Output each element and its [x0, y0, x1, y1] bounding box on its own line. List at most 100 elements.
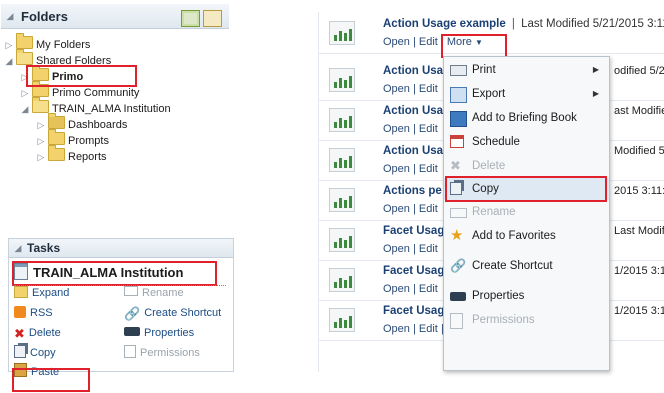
folder-view-icon[interactable] [181, 10, 200, 27]
open-link[interactable]: Open [383, 36, 410, 48]
expand-folder-icon [14, 286, 28, 298]
tree-dashboards[interactable]: ▷ Dashboards [34, 113, 127, 132]
task-copy[interactable]: Copy [14, 345, 56, 361]
rss-icon [14, 306, 26, 318]
catalog-meta: Last Modified [614, 225, 664, 237]
expand-triangle-icon[interactable]: ▷ [2, 38, 16, 52]
task-create-shortcut[interactable]: 🔗 Create Shortcut [124, 305, 221, 321]
task-rename: Rename [124, 285, 184, 301]
edit-link[interactable]: Edit [419, 243, 438, 255]
highlight-copy [445, 176, 607, 202]
menu-add-briefing-book[interactable]: Add to Briefing Book [444, 107, 609, 129]
task-permissions: Permissions [124, 345, 200, 361]
tree-reports[interactable]: ▷ Reports [34, 145, 107, 164]
open-link[interactable]: Open [383, 83, 410, 95]
expand-triangle-icon[interactable]: ▷ [34, 134, 48, 148]
folder-icon [48, 145, 65, 161]
open-link[interactable]: Open [383, 283, 410, 295]
edit-link[interactable]: Edit [419, 323, 438, 335]
tree-my-folders[interactable]: ▷ My Folders [2, 33, 91, 52]
menu-create-shortcut[interactable]: 🔗 Create Shortcut [444, 255, 609, 277]
catalog-meta: 1/2015 3:11: [614, 265, 664, 277]
folder-icon [48, 129, 65, 145]
collapse-triangle-icon[interactable]: ◢ [18, 102, 32, 116]
open-link[interactable]: Open [383, 203, 410, 215]
delete-icon: ✖ [14, 326, 25, 341]
catalog-meta: 1/2015 3:11: [614, 305, 664, 317]
analysis-icon [329, 108, 355, 132]
edit-link[interactable]: Edit [419, 83, 438, 95]
catalog-meta: ast Modified 5 [614, 105, 664, 117]
expand-triangle-icon[interactable]: ▷ [18, 86, 32, 100]
menu-schedule[interactable]: Schedule [444, 131, 609, 153]
highlight-primo [26, 65, 137, 87]
tree-shared-folders[interactable]: ◢ Shared Folders [2, 49, 111, 68]
tree-label: My Folders [36, 39, 91, 51]
tree-label: Prompts [68, 135, 109, 147]
catalog-meta: odified 5/21/2 [614, 65, 664, 77]
copy-icon [14, 345, 26, 358]
tree-label: Reports [68, 151, 107, 163]
catalog-title[interactable]: Facet Usag [383, 305, 444, 317]
more-menu: Print ▶ Export ▶ Add to Briefing Book Sche… [443, 56, 610, 371]
catalog-actions: Open | Edit [383, 243, 438, 255]
edit-link[interactable]: Edit [419, 123, 438, 135]
menu-add-favorites[interactable]: ★ Add to Favorites [444, 225, 609, 247]
expand-triangle-icon[interactable]: ▷ [34, 150, 48, 164]
menu-properties[interactable]: Properties [444, 285, 609, 307]
catalog-title[interactable]: Facet Usag [383, 225, 444, 237]
task-delete[interactable]: ✖ Delete [14, 325, 61, 341]
analysis-icon [329, 308, 355, 332]
edit-link[interactable]: Edit [419, 163, 438, 175]
task-rss[interactable]: RSS [14, 305, 53, 321]
permissions-icon [124, 345, 136, 358]
folder-open-icon [16, 49, 33, 65]
catalog-meta: Modified 5/21 [614, 145, 664, 157]
menu-rename: Rename [444, 201, 609, 223]
task-properties[interactable]: Properties [124, 325, 194, 341]
open-link[interactable]: Open [383, 243, 410, 255]
catalog-title[interactable]: Action Usage example | Last Modified 5/2… [383, 18, 664, 30]
catalog-meta: 2015 3:11:35 [614, 185, 664, 197]
tree-train-alma[interactable]: ◢ TRAIN_ALMA Institution [18, 97, 171, 116]
catalog-title[interactable]: Facet Usag [383, 265, 444, 277]
edit-link[interactable]: Edit [419, 203, 438, 215]
folder-icon [16, 33, 33, 49]
expand-triangle-icon[interactable]: ▷ [34, 118, 48, 132]
refresh-folders-icon[interactable] [203, 10, 222, 27]
catalog-actions: Open | Edit [383, 283, 438, 295]
delete-icon: ✖ [450, 158, 461, 173]
tasks-header: ◢ Tasks [9, 239, 233, 258]
open-link[interactable]: Open [383, 163, 410, 175]
edit-link[interactable]: Edit [419, 283, 438, 295]
properties-icon [124, 327, 140, 336]
menu-export[interactable]: Export ▶ [444, 83, 609, 105]
edit-link[interactable]: Edit [419, 36, 438, 48]
menu-print[interactable]: Print ▶ [444, 59, 609, 81]
catalog-title[interactable]: Actions pe [383, 185, 442, 197]
printer-icon [450, 65, 467, 76]
tree-label: TRAIN_ALMA Institution [52, 103, 171, 115]
catalog-title[interactable]: Action Usa [383, 65, 443, 77]
task-expand[interactable]: Expand [14, 285, 69, 301]
rename-icon [450, 208, 467, 218]
analysis-icon [329, 188, 355, 212]
dashboard-folder-icon [48, 113, 65, 129]
permissions-icon [450, 313, 463, 329]
catalog-actions: Open | Edit [383, 203, 438, 215]
collapse-triangle-icon[interactable]: ◢ [11, 243, 25, 254]
catalog-title[interactable]: Action Usa [383, 105, 443, 117]
collapse-triangle-icon[interactable]: ◢ [2, 54, 16, 68]
collapse-triangle-icon[interactable]: ◢ [3, 11, 17, 22]
catalog-title[interactable]: Action Usa [383, 145, 443, 157]
analysis-icon [329, 268, 355, 292]
submenu-arrow-icon: ▶ [592, 89, 599, 98]
shortcut-icon: 🔗 [124, 306, 141, 321]
analysis-icon [329, 228, 355, 252]
schedule-icon [450, 135, 464, 148]
open-link[interactable]: Open [383, 123, 410, 135]
submenu-arrow-icon: ▶ [592, 65, 599, 74]
rename-icon [124, 286, 138, 296]
tree-prompts[interactable]: ▷ Prompts [34, 129, 109, 148]
open-link[interactable]: Open [383, 323, 410, 335]
